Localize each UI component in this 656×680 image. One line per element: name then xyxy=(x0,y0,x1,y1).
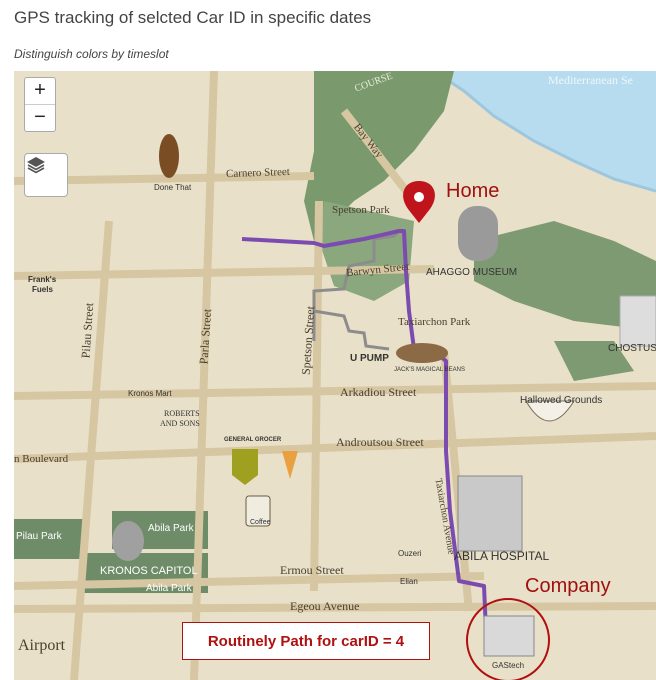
sea xyxy=(434,71,656,191)
poi-frank: Frank's xyxy=(28,275,57,284)
home-annotation: Home xyxy=(446,180,500,202)
poi-and-sons: AND SONS xyxy=(160,419,200,428)
chostus-building xyxy=(619,295,656,347)
street-androutsou: Androutsou Street xyxy=(336,435,424,449)
poi-abila-hospital: ABILA HOSPITAL xyxy=(454,549,550,563)
street-egeou: Egeou Avenue xyxy=(290,599,360,613)
poi-abila-park-2: Abila Park xyxy=(146,583,192,594)
company-annotation: Company xyxy=(525,575,611,597)
spetson-park-area xyxy=(319,201,414,301)
zoom-control: + − xyxy=(24,77,56,132)
kronos-capitol-dome xyxy=(112,521,144,561)
street-arkadiou: Arkadiou Street xyxy=(340,385,417,399)
bagel-landmark xyxy=(396,343,448,363)
poi-kronos-capitol: KRONOS CAPITOL xyxy=(100,565,198,577)
hospital-building xyxy=(457,475,523,552)
poi-general-grocer: GENERAL GROCER xyxy=(224,437,282,443)
sea-label: Mediterranean Se xyxy=(548,73,633,87)
ice-cream xyxy=(282,451,298,479)
poi-chostus: CHOSTUS xyxy=(608,343,656,354)
route-label-text: Routinely Path for carID = 4 xyxy=(207,632,405,650)
zoom-out-button[interactable]: − xyxy=(25,105,55,131)
done-that-donut xyxy=(159,134,179,178)
grocer-shield xyxy=(232,449,258,485)
poi-ouzeri: Ouzeri xyxy=(398,549,422,558)
street-boulevard: n Boulevard xyxy=(14,453,69,465)
alt-route-2 xyxy=(313,309,390,351)
poi-u-pump: U PUMP xyxy=(350,353,389,364)
poi-pilau-park: Pilau Park xyxy=(16,531,62,542)
zoom-in-button[interactable]: + xyxy=(25,78,55,105)
poi-roberts: ROBERTS xyxy=(164,409,200,418)
poi-coffee: Coffee xyxy=(250,519,271,526)
poi-hallowed: Hallowed Grounds xyxy=(520,395,603,406)
poi-ahaggo: AHAGGO MUSEUM xyxy=(426,267,518,278)
park-taxiarchon: Taxiarchon Park xyxy=(398,316,471,328)
airport-label: Airport xyxy=(18,637,66,654)
street-carnero: Carnero Street xyxy=(225,165,291,181)
page-title: GPS tracking of selcted Car ID in specif… xyxy=(14,8,372,27)
poi-elian: Elian xyxy=(400,577,418,586)
poi-jack: JACK'S MAGICAL BEANS xyxy=(394,367,465,373)
route-label-box: Routinely Path for carID = 4 xyxy=(182,622,430,660)
street-ermou: Ermou Street xyxy=(280,563,344,577)
page-subtitle: Distinguish colors by timeslot xyxy=(14,47,169,61)
poi-kronos-mart: Kronos Mart xyxy=(128,389,172,398)
layers-icon xyxy=(27,157,45,174)
ahaggo-building xyxy=(458,206,498,261)
poi-done-that: Done That xyxy=(154,183,192,192)
company-circle xyxy=(466,598,550,680)
map-view[interactable]: Carnero Street Bay Way Spetson Park Barw… xyxy=(14,71,656,680)
layers-button[interactable] xyxy=(24,153,68,197)
park-spetson: Spetson Park xyxy=(332,204,390,216)
poi-fuels: Fuels xyxy=(32,285,53,294)
poi-abila-park-1: Abila Park xyxy=(148,523,194,534)
